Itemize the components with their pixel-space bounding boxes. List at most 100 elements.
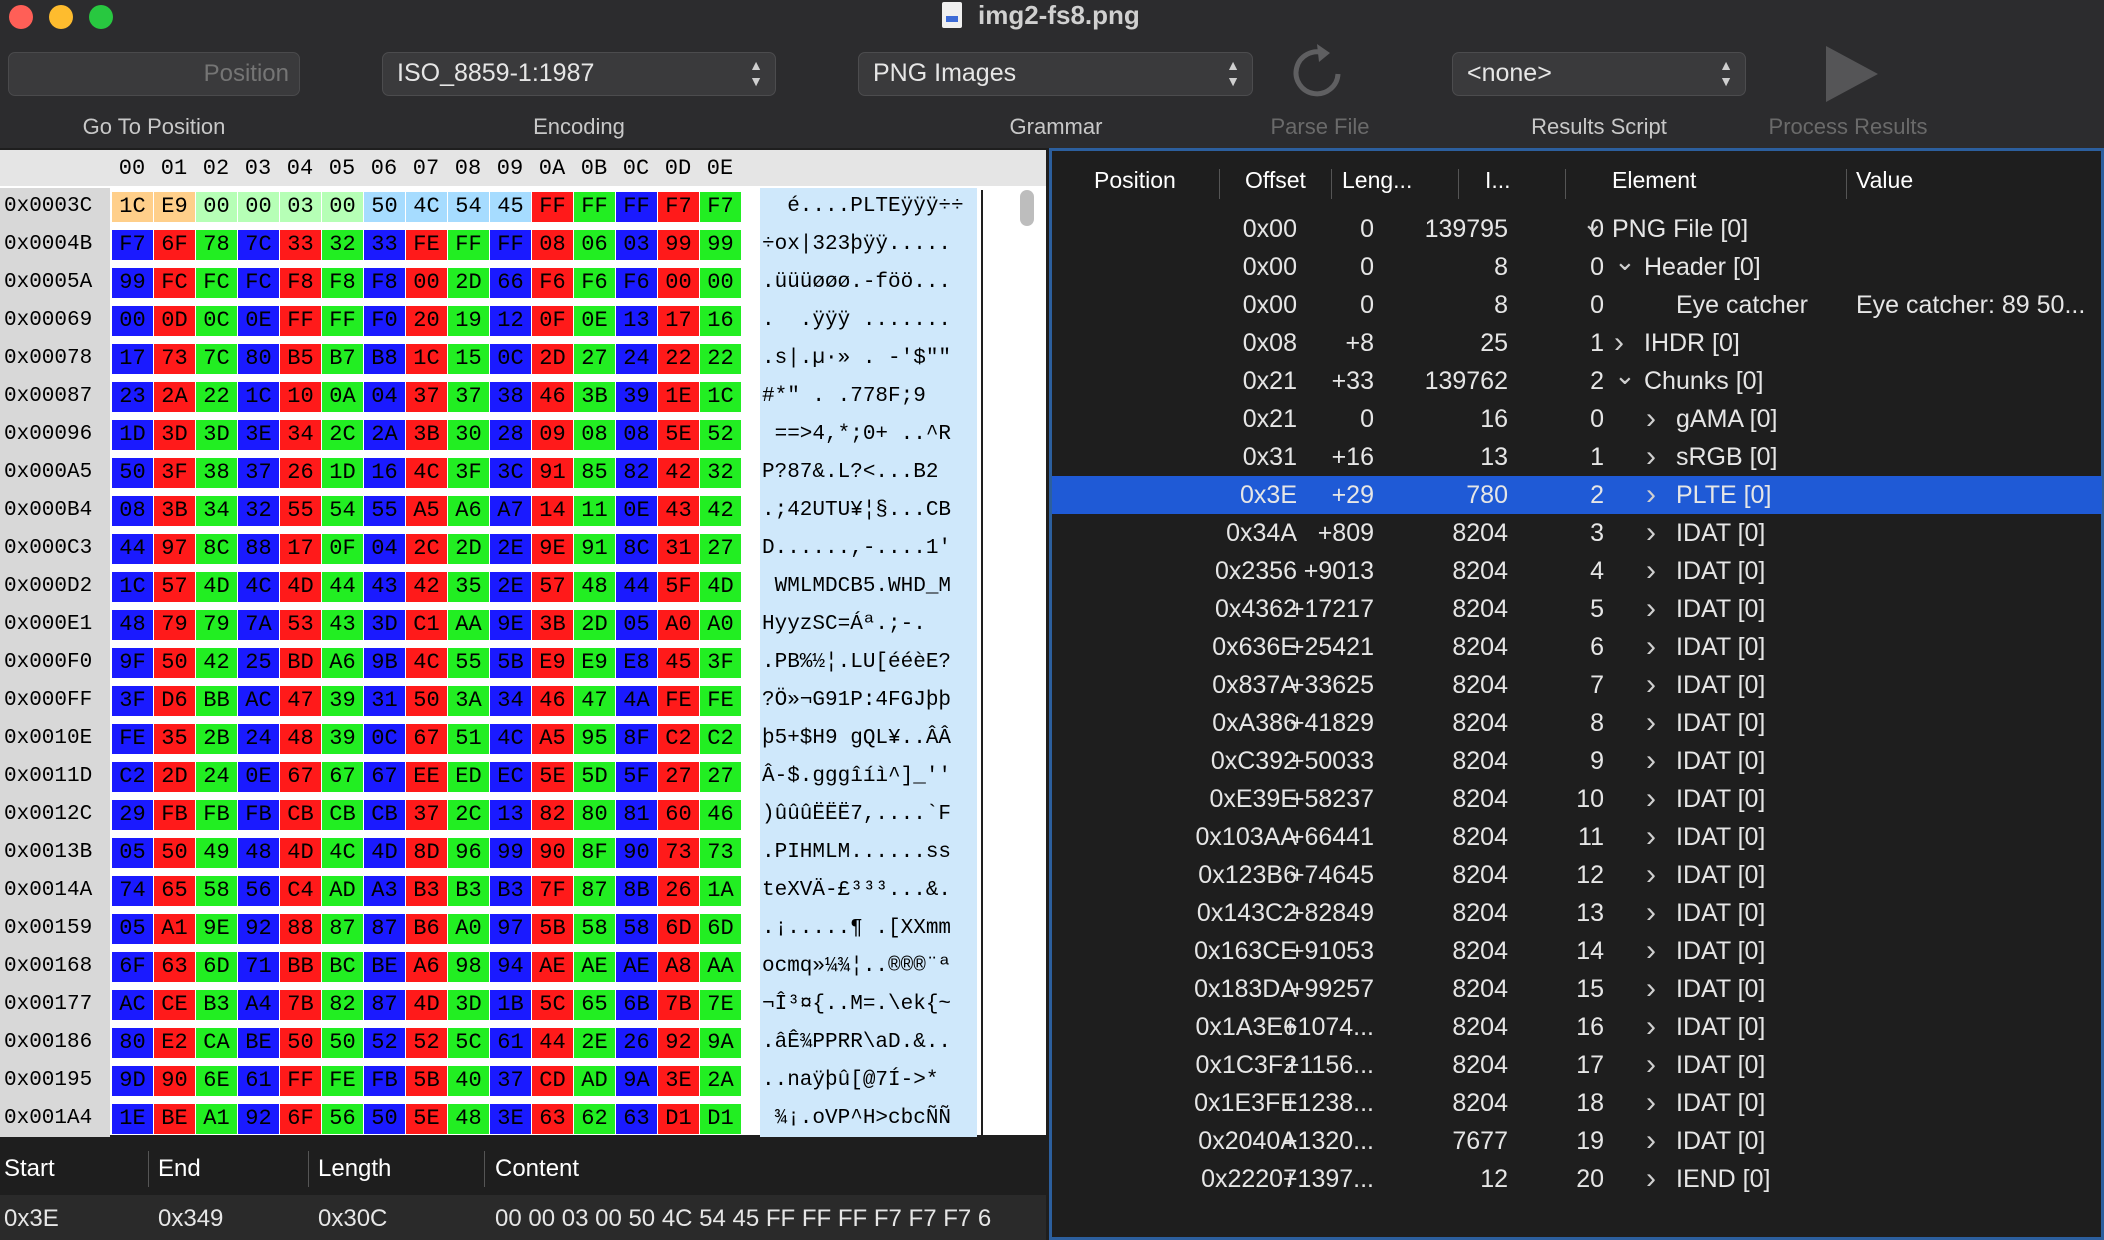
hex-byte[interactable]: 09: [532, 420, 573, 450]
hex-byte[interactable]: F8: [280, 268, 321, 298]
ascii-text[interactable]: teXVÄ-£³³³...&.: [760, 872, 977, 910]
hex-byte[interactable]: BE: [238, 1028, 279, 1058]
hex-byte[interactable]: CB: [280, 800, 321, 830]
hex-byte[interactable]: AE: [532, 952, 573, 982]
hex-byte[interactable]: 61: [490, 1028, 531, 1058]
hex-byte[interactable]: 6F: [280, 1104, 321, 1134]
hex-byte[interactable]: 39: [322, 686, 363, 716]
hex-byte[interactable]: 27: [700, 762, 741, 792]
result-row[interactable]: 0xE39E +58237 8204 10 › IDAT [0]: [1052, 780, 2102, 818]
hex-byte[interactable]: A0: [658, 610, 699, 640]
hex-byte[interactable]: 2A: [154, 382, 195, 412]
hex-byte[interactable]: 52: [364, 1028, 405, 1058]
hex-byte[interactable]: D6: [154, 686, 195, 716]
hex-byte[interactable]: 92: [658, 1028, 699, 1058]
result-row[interactable]: 0x183DA +99257 8204 15 › IDAT [0]: [1052, 970, 2102, 1008]
play-icon[interactable]: [1824, 44, 1880, 104]
hex-byte[interactable]: FF: [532, 192, 573, 222]
hex-byte[interactable]: BE: [364, 952, 405, 982]
hex-byte[interactable]: 48: [112, 610, 153, 640]
hex-byte[interactable]: A6: [448, 496, 489, 526]
hex-byte[interactable]: 39: [322, 724, 363, 754]
hex-byte[interactable]: E9: [532, 648, 573, 678]
hex-byte[interactable]: 91: [532, 458, 573, 488]
hex-byte[interactable]: 4C: [322, 838, 363, 868]
hex-byte[interactable]: 1A: [700, 876, 741, 906]
hex-byte[interactable]: 7B: [280, 990, 321, 1020]
hex-byte[interactable]: 45: [658, 648, 699, 678]
hex-byte[interactable]: 49: [196, 838, 237, 868]
chevron-down-icon[interactable]: ⌄: [1582, 204, 1604, 242]
hex-byte[interactable]: 43: [322, 610, 363, 640]
result-row[interactable]: 0x4362 +17217 8204 5 › IDAT [0]: [1052, 590, 2102, 628]
hex-byte[interactable]: 0C: [196, 306, 237, 336]
hex-byte[interactable]: 3D: [364, 610, 405, 640]
ascii-text[interactable]: ==>4,*;0+ ..^R: [760, 416, 977, 454]
hex-byte[interactable]: 12: [490, 306, 531, 336]
result-row[interactable]: 0x1E3FE +1238... 8204 18 › IDAT [0]: [1052, 1084, 2102, 1122]
result-row[interactable]: 0x31 +16 13 1 › sRGB [0]: [1052, 438, 2102, 476]
hex-byte[interactable]: F8: [322, 268, 363, 298]
hex-byte[interactable]: 50: [406, 686, 447, 716]
hex-byte[interactable]: E9: [574, 648, 615, 678]
hex-byte[interactable]: C1: [406, 610, 447, 640]
hex-byte[interactable]: 91: [574, 534, 615, 564]
hex-byte[interactable]: 33: [280, 230, 321, 260]
hex-byte[interactable]: FF: [448, 230, 489, 260]
hex-row[interactable]: 0x000D2 1C 57 4D 4C 4D 44 43 42 35 2E 57 48 44 5F 4D WM…: [0, 568, 1046, 606]
hex-byte[interactable]: FE: [658, 686, 699, 716]
hex-byte[interactable]: B5: [280, 344, 321, 374]
hex-byte[interactable]: B3: [448, 876, 489, 906]
chevron-right-icon[interactable]: ›: [1646, 514, 1656, 552]
hex-byte[interactable]: F7: [658, 192, 699, 222]
hex-byte[interactable]: 58: [196, 876, 237, 906]
hex-byte[interactable]: 6D: [700, 914, 741, 944]
hex-byte[interactable]: 67: [280, 762, 321, 792]
hex-byte[interactable]: 17: [658, 306, 699, 336]
hex-byte[interactable]: 00: [658, 268, 699, 298]
hex-byte[interactable]: 0A: [322, 382, 363, 412]
hex-byte[interactable]: CB: [322, 800, 363, 830]
hex-byte[interactable]: 06: [574, 230, 615, 260]
hex-row[interactable]: 0x0011D C2 2D 24 0E 67 67 67 EE ED EC 5E 5D 5F 27 27 Â-$…: [0, 758, 1046, 796]
hex-byte[interactable]: 2E: [574, 1028, 615, 1058]
hex-byte[interactable]: 42: [658, 458, 699, 488]
hex-byte[interactable]: 3E: [490, 1104, 531, 1134]
hex-byte[interactable]: 1C: [112, 572, 153, 602]
hex-byte[interactable]: 16: [700, 306, 741, 336]
hex-byte[interactable]: 37: [448, 382, 489, 412]
hex-byte[interactable]: 2E: [490, 534, 531, 564]
hex-byte[interactable]: 73: [658, 838, 699, 868]
hex-row[interactable]: 0x000F0 9F 50 42 25 BD A6 9B 4C 55 5B E9 E9 E8 45 3F .PB…: [0, 644, 1046, 682]
hex-byte[interactable]: 3B: [574, 382, 615, 412]
hex-byte[interactable]: A3: [364, 876, 405, 906]
hex-byte[interactable]: 87: [574, 876, 615, 906]
hex-byte[interactable]: 87: [322, 914, 363, 944]
hex-byte[interactable]: 79: [196, 610, 237, 640]
hex-byte[interactable]: 99: [658, 230, 699, 260]
hex-byte[interactable]: 3E: [238, 420, 279, 450]
hex-byte[interactable]: 05: [112, 914, 153, 944]
hex-byte[interactable]: 42: [406, 572, 447, 602]
hex-byte[interactable]: 32: [238, 496, 279, 526]
hex-byte[interactable]: C2: [700, 724, 741, 754]
hex-byte[interactable]: 50: [112, 458, 153, 488]
hex-byte[interactable]: 3F: [154, 458, 195, 488]
chevron-right-icon[interactable]: ›: [1646, 970, 1656, 1008]
length-column-header[interactable]: Leng...: [1342, 167, 1412, 194]
hex-byte[interactable]: AE: [616, 952, 657, 982]
chevron-right-icon[interactable]: ›: [1646, 1122, 1656, 1160]
hex-byte[interactable]: 97: [490, 914, 531, 944]
hex-byte[interactable]: 4C: [238, 572, 279, 602]
hex-byte[interactable]: CB: [364, 800, 405, 830]
hex-byte[interactable]: 5E: [658, 420, 699, 450]
hex-byte[interactable]: 87: [364, 990, 405, 1020]
hex-scrollbar[interactable]: [1020, 190, 1034, 226]
hex-byte[interactable]: 56: [238, 876, 279, 906]
position-input[interactable]: [9, 53, 289, 95]
hex-byte[interactable]: 37: [406, 800, 447, 830]
hex-byte[interactable]: 23: [112, 382, 153, 412]
hex-byte[interactable]: C2: [112, 762, 153, 792]
hex-byte[interactable]: 35: [154, 724, 195, 754]
hex-byte[interactable]: 19: [448, 306, 489, 336]
